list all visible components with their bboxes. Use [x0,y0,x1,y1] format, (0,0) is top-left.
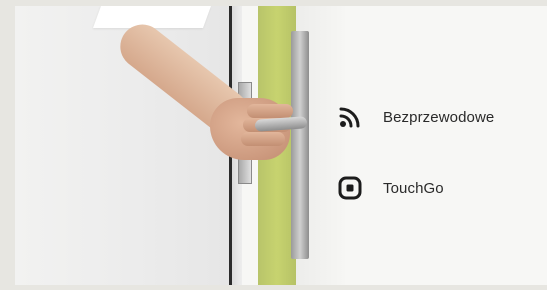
feature-label-touchgo: TouchGo [383,179,444,197]
feature-label-wireless: Bezprzewodowe [383,108,495,126]
feature-touchgo: TouchGo [337,175,444,201]
touchgo-icon [337,175,363,201]
feature-wireless: Bezprzewodowe [337,104,494,130]
door-handle-photo [15,6,345,285]
feature-card: Bezprzewodowe TouchGo [15,6,547,285]
wireless-signal-icon [337,104,363,130]
